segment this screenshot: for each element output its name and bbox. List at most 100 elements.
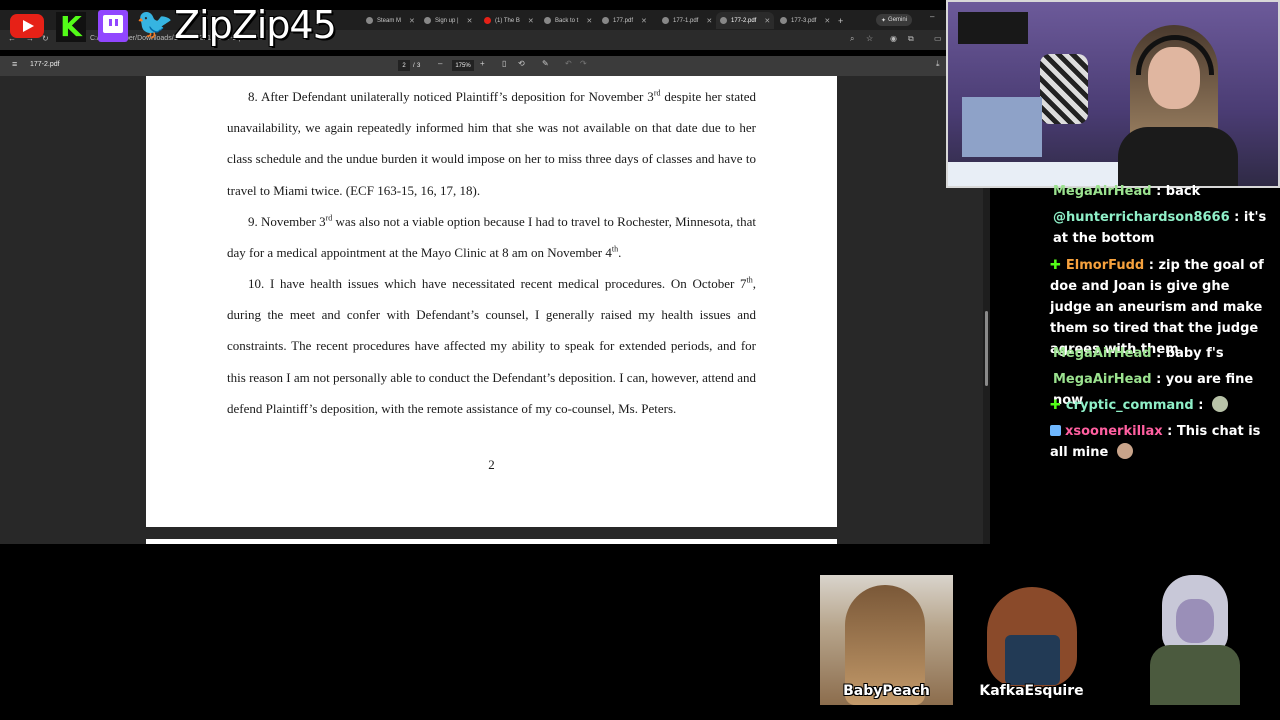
pdf-page: 8. After Defendant unilaterally noticed … — [146, 76, 837, 527]
tab-177-2[interactable]: 177-2.pdf ✕ — [716, 12, 775, 29]
shelf — [962, 97, 1042, 157]
tab-177[interactable]: 177.pdf ✕ — [598, 12, 651, 29]
streamer — [1118, 7, 1238, 186]
youtube-icon — [484, 17, 491, 24]
suit — [1005, 635, 1060, 685]
close-icon[interactable]: ✕ — [528, 17, 534, 25]
emote-icon — [1116, 443, 1133, 459]
globe-icon — [720, 17, 727, 24]
elf-cloak — [1150, 645, 1240, 705]
chat-username: ElmorFudd — [1065, 258, 1145, 273]
twitter-icon: 🐦 — [136, 8, 174, 41]
paragraph-8: 8. After Defendant unilaterally noticed … — [227, 81, 756, 206]
gemini-label: Gemini — [888, 17, 908, 23]
plus-badge-icon: ✚ — [1050, 398, 1061, 413]
close-icon[interactable]: ✕ — [586, 17, 592, 25]
close-icon[interactable]: ✕ — [409, 17, 415, 25]
profile-icon[interactable]: ◉ — [890, 34, 897, 43]
globe-icon — [602, 17, 609, 24]
kick-icon — [544, 17, 551, 24]
pdf-viewer[interactable]: 8. After Defendant unilaterally noticed … — [0, 76, 990, 544]
chat-message: MegaAirHead : baby f's — [1053, 343, 1275, 364]
zoom-out-button[interactable]: – — [438, 59, 442, 68]
chat-username: MegaAirHead — [1053, 184, 1152, 199]
minimize-icon[interactable]: – — [930, 12, 934, 21]
avatar-name: BabyPeach — [843, 683, 930, 699]
gemini-button[interactable]: ✦ Gemini — [876, 14, 913, 26]
chat-panel: MegaAirHead : back @hunterrichardson8666… — [990, 184, 1280, 544]
tab-label: 177-1.pdf — [673, 17, 699, 24]
tab-steam[interactable]: Steam M ✕ — [362, 12, 419, 29]
chat-text: : — [1193, 398, 1204, 413]
twitch-icon — [98, 10, 128, 42]
paragraph-9: 9. November 3rd was also not a viable op… — [227, 206, 756, 268]
plus-badge-icon: ✚ — [1050, 258, 1061, 273]
chat-message: MegaAirHead : back — [1053, 181, 1275, 202]
paragraph-text: , during the meet and confer with Defend… — [227, 276, 756, 416]
menu-icon[interactable]: ≡ — [12, 59, 17, 69]
zoom-level[interactable]: 175% — [452, 60, 474, 71]
tab-177-1[interactable]: 177-1.pdf ✕ — [658, 12, 716, 29]
social-overlay: K 🐦 ZipZip45 — [0, 0, 340, 52]
paragraph-10: 10. I have health issues which have nece… — [227, 268, 756, 424]
scrollbar-thumb[interactable] — [985, 311, 988, 386]
download-icon[interactable]: ⤓ — [936, 59, 940, 69]
tiktok-icon — [424, 17, 431, 24]
undo-icon[interactable]: ↶ — [565, 59, 572, 68]
close-icon[interactable]: ✕ — [467, 17, 473, 25]
chat-message: ✚ cryptic_command : — [1050, 395, 1272, 416]
tab-youtube[interactable]: (1) The B ✕ — [480, 12, 538, 29]
extensions-icon[interactable]: ⧉ — [908, 34, 914, 44]
close-icon[interactable]: ✕ — [824, 17, 830, 25]
tab-177-3[interactable]: 177-3.pdf ✕ — [776, 12, 834, 29]
chat-username: MegaAirHead — [1053, 346, 1152, 361]
zoom-icon[interactable]: ⌕ — [850, 34, 854, 44]
chat-text: : back — [1151, 184, 1201, 199]
keyboard-piano — [958, 12, 1028, 44]
webcam-feed — [946, 0, 1280, 188]
tab-label: 177.pdf — [613, 17, 634, 24]
pdf-toolbar: ≡ 177-2.pdf 2 / 3 – 175% + ▯ ⟲ ✎ ↶ ↷ ⤓ — [0, 56, 946, 76]
side-panel-icon[interactable]: ▭ — [934, 34, 942, 43]
new-tab-button[interactable]: + — [834, 12, 847, 29]
fit-page-icon[interactable]: ▯ — [502, 59, 506, 68]
elf-face — [1176, 599, 1214, 643]
pdf-file-name: 177-2.pdf — [30, 61, 60, 68]
globe-icon — [662, 17, 669, 24]
subscriber-badge-icon — [1050, 425, 1061, 436]
close-icon[interactable]: ✕ — [706, 17, 712, 25]
annotate-icon[interactable]: ✎ — [542, 59, 549, 68]
close-icon[interactable]: ✕ — [764, 17, 770, 25]
redo-icon[interactable]: ↷ — [580, 59, 587, 68]
bookmark-star-icon[interactable]: ☆ — [866, 34, 873, 43]
chat-username: xsoonerkillax — [1065, 424, 1163, 439]
chat-message: xsoonerkillax : This chat is all mine — [1050, 421, 1272, 463]
avatar-elf — [1140, 575, 1250, 705]
zoom-in-button[interactable]: + — [480, 59, 485, 68]
page-number-footer: 2 — [488, 457, 495, 472]
chat-username: cryptic_command — [1065, 398, 1194, 413]
paragraph-text: 9. November 3 — [248, 214, 326, 229]
tab-label: Back to t — [555, 17, 579, 24]
chat-username: @hunterrichardson8666 — [1053, 210, 1230, 225]
tab-label: Steam M — [377, 17, 402, 24]
tab-back-to[interactable]: Back to t ✕ — [540, 12, 596, 29]
tab-label: Sign up | — [435, 17, 459, 24]
sparkle-icon: ✦ — [881, 17, 887, 24]
chat-message: @hunterrichardson8666 : it's at the bott… — [1053, 207, 1275, 249]
globe-icon — [780, 17, 787, 24]
rotate-icon[interactable]: ⟲ — [518, 59, 525, 68]
avatar-babypeach: BabyPeach — [820, 575, 953, 705]
tab-signup[interactable]: Sign up | ✕ — [420, 12, 476, 29]
paragraph-text: despite her stated unavailability, we ag… — [227, 89, 756, 198]
page-number-input[interactable]: 2 — [398, 60, 410, 71]
chat-username: MegaAirHead — [1053, 372, 1152, 387]
tab-label: 177-3.pdf — [791, 17, 817, 24]
close-icon[interactable]: ✕ — [641, 17, 647, 25]
youtube-icon — [10, 14, 44, 38]
paragraph-text: 10. I have health issues which have nece… — [248, 276, 747, 291]
total-pages: 3 — [417, 62, 421, 69]
steam-icon — [366, 17, 373, 24]
paragraph-text: 8. After Defendant unilaterally noticed … — [248, 89, 654, 104]
tab-label: (1) The B — [495, 17, 520, 24]
